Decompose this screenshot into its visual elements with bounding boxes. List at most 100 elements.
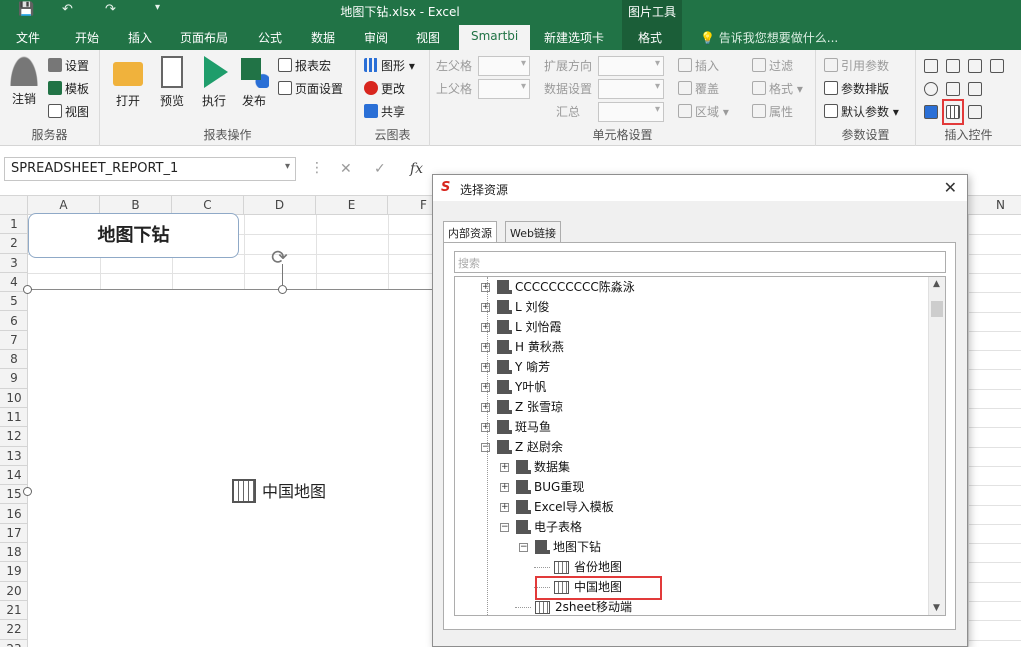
tab-home[interactable]: 开始 [75, 29, 99, 46]
row-header[interactable]: 21 [0, 601, 28, 621]
tree-node[interactable]: − 电子表格 [455, 517, 929, 537]
expand-icon[interactable]: + [481, 303, 490, 312]
col-header-n[interactable]: N [968, 196, 1021, 215]
top-parent-combo[interactable] [478, 79, 530, 99]
row-header[interactable]: 23 [0, 640, 28, 647]
radio-ctrl-icon[interactable] [924, 82, 938, 96]
row-header[interactable]: 7 [0, 331, 28, 351]
tree-node[interactable]: + Y 喻芳 [455, 357, 929, 377]
name-box[interactable]: SPREADSHEET_REPORT_1 [4, 157, 296, 181]
row-header[interactable]: 16 [0, 505, 28, 524]
region-button[interactable]: 区域 ▾ [678, 102, 729, 122]
template-button[interactable]: 模板 [48, 79, 89, 99]
preview-button[interactable]: 预览 [154, 56, 190, 109]
row-header[interactable]: 11 [0, 408, 28, 428]
rotate-handle-icon[interactable]: ⟳ [271, 245, 288, 269]
tab-data[interactable]: 数据 [311, 29, 335, 46]
tree-node[interactable]: + Excel导入模板 [455, 497, 929, 517]
list-ctrl-icon[interactable] [946, 59, 960, 73]
expand-icon[interactable]: + [481, 363, 490, 372]
default-param-button[interactable]: 默认参数 ▾ [824, 102, 899, 122]
tree-node[interactable]: 中国地图 [455, 577, 929, 597]
page-setup-button[interactable]: 页面设置 [278, 79, 343, 99]
tree-node[interactable]: + CCCCCCCCCC陈淼泳 [455, 277, 929, 297]
resize-handle-tl[interactable] [23, 285, 32, 294]
tab-review[interactable]: 审阅 [364, 29, 388, 46]
tab-view[interactable]: 视图 [416, 29, 440, 46]
data-settings-combo[interactable] [598, 79, 664, 99]
tab-formulas[interactable]: 公式 [258, 29, 282, 46]
insert-function-button[interactable]: fx [410, 161, 423, 177]
search-input[interactable]: 搜索 [454, 251, 946, 273]
scroll-up-icon[interactable]: ▲ [933, 279, 940, 289]
row-header[interactable]: 14 [0, 466, 28, 486]
row-header[interactable]: 10 [0, 389, 28, 408]
expand-icon[interactable]: + [481, 323, 490, 332]
row-header[interactable]: 13 [0, 447, 28, 466]
row-header[interactable]: 6 [0, 312, 28, 331]
tree-node[interactable]: − 地图下钻 [455, 537, 929, 557]
select-all-corner[interactable] [0, 196, 28, 215]
expand-icon[interactable]: + [481, 343, 490, 352]
row-header[interactable]: 2 [0, 234, 28, 254]
close-icon[interactable]: ✕ [944, 178, 957, 197]
enter-icon[interactable]: ✓ [374, 161, 386, 177]
expand-icon[interactable]: + [500, 483, 509, 492]
label-ctrl-icon[interactable] [968, 105, 982, 119]
row-header[interactable]: 8 [0, 350, 28, 370]
tab-insert[interactable]: 插入 [128, 29, 152, 46]
calendar-ctrl-icon[interactable] [990, 59, 1004, 73]
expand-icon[interactable]: + [500, 503, 509, 512]
textbox-ctrl-icon[interactable] [924, 59, 938, 73]
tree-node[interactable]: + H 黄秋燕 [455, 337, 929, 357]
expand-icon[interactable]: + [481, 403, 490, 412]
row-header[interactable]: 20 [0, 582, 28, 601]
insert-button[interactable]: 插入 [678, 56, 719, 76]
chart-button[interactable]: 图形 ▾ [364, 56, 415, 76]
combo-ctrl-icon[interactable] [946, 82, 960, 96]
execute-button[interactable]: 执行 [196, 56, 232, 109]
tab-new[interactable]: 新建选项卡 [544, 29, 604, 46]
row-header[interactable]: 3 [0, 254, 28, 273]
publish-button[interactable]: 发布 [236, 56, 272, 109]
tree-node[interactable]: + 斑马鱼 [455, 417, 929, 437]
checkbox-ctrl-icon[interactable] [924, 105, 938, 119]
row-header[interactable]: 19 [0, 562, 28, 582]
tree-node[interactable]: + BUG重现 [455, 477, 929, 497]
resize-handle-top[interactable] [278, 285, 287, 294]
collapse-icon[interactable]: − [481, 443, 490, 452]
tree-node[interactable]: 省份地图 [455, 557, 929, 577]
sheet-title-box[interactable]: 地图下钻 [28, 213, 239, 258]
scroll-thumb[interactable] [931, 301, 943, 317]
collapse-icon[interactable]: − [500, 523, 509, 532]
tab-format[interactable]: 格式 [638, 29, 662, 46]
row-header[interactable]: 1 [0, 215, 28, 235]
share-button[interactable]: 共享 [364, 102, 405, 122]
tab-file[interactable]: 文件 [16, 29, 40, 46]
property-button[interactable]: 属性 [752, 102, 793, 122]
row-header[interactable]: 5 [0, 292, 28, 312]
expand-icon[interactable]: + [481, 283, 490, 292]
tab-internal-resources[interactable]: 内部资源 [443, 221, 497, 244]
col-header-d[interactable]: D [244, 196, 316, 215]
filter-button[interactable]: 过滤 [752, 56, 793, 76]
row-header[interactable]: 22 [0, 620, 28, 640]
ref-param-button[interactable]: 引用参数 [824, 56, 889, 76]
resource-tree[interactable]: + CCCCCCCCCC陈淼泳 + L 刘俊 + L 刘怡霞 + H 黄秋燕 + Y 喻芳 + Y叶帆… [454, 276, 946, 616]
col-header-e[interactable]: E [316, 196, 388, 215]
selected-picture[interactable] [28, 289, 448, 647]
tree-node[interactable]: + L 刘怡霞 [455, 317, 929, 337]
view-button[interactable]: 视图 [48, 102, 89, 122]
settings-button[interactable]: 设置 [48, 56, 89, 76]
summary-combo[interactable] [598, 102, 664, 122]
tree-node[interactable]: + Y叶帆 [455, 377, 929, 397]
tree-node[interactable]: + Z 张雪琼 [455, 397, 929, 417]
report-macro-button[interactable]: 报表宏 [278, 56, 331, 76]
expand-icon[interactable]: + [500, 463, 509, 472]
expand-dir-combo[interactable] [598, 56, 664, 76]
tell-me-box[interactable]: 💡 告诉我您想要做什么... [700, 29, 838, 46]
row-header[interactable]: 18 [0, 543, 28, 563]
tab-page-layout[interactable]: 页面布局 [180, 29, 228, 46]
tree-ctrl-icon[interactable] [968, 82, 982, 96]
row-header[interactable]: 9 [0, 369, 28, 389]
